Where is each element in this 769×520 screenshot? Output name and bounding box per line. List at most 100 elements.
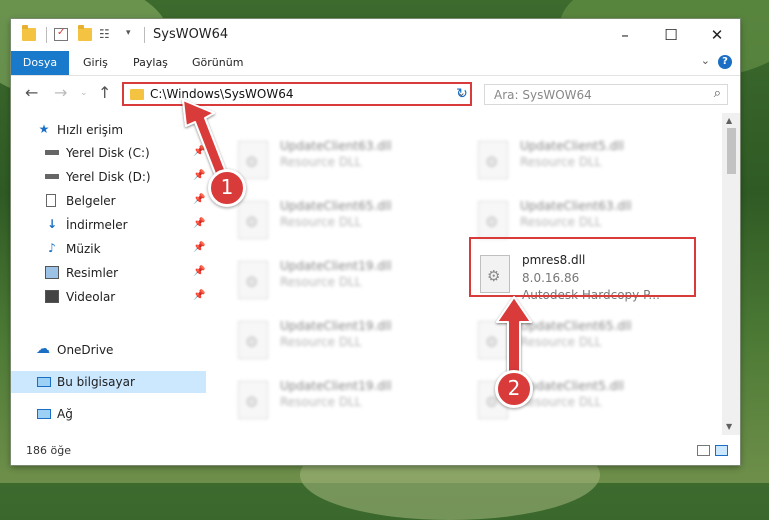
sidebar-item-this-pc[interactable]: Bu bilgisayar: [11, 371, 206, 393]
download-icon: ↓: [46, 217, 58, 231]
sidebar-item-label: OneDrive: [57, 343, 114, 357]
search-placeholder: Ara: SysWOW64: [494, 88, 592, 102]
file-item[interactable]: UpdateClient19.dll Resource DLL: [228, 317, 458, 369]
forward-button[interactable]: →: [54, 83, 67, 102]
target-highlight-box: [469, 237, 696, 297]
sidebar-item-quick-access[interactable]: ★ Hızlı erişim: [11, 119, 206, 141]
divider: [144, 27, 145, 43]
file-description: Resource DLL: [520, 395, 602, 409]
sidebar-item-label: Belgeler: [66, 194, 116, 208]
sidebar-item-disk-d[interactable]: Yerel Disk (D:) 📌: [11, 166, 206, 188]
sidebar-item-music[interactable]: ♪ Müzik 📌: [11, 238, 206, 260]
file-description: Resource DLL: [280, 155, 362, 169]
file-item[interactable]: UpdateClient63.dll Resource DLL: [228, 137, 458, 189]
sidebar-item-label: Müzik: [66, 242, 101, 256]
star-icon: ★: [38, 122, 50, 136]
tab-home[interactable]: Giriş: [83, 51, 108, 75]
pin-icon[interactable]: 📌: [193, 170, 205, 181]
file-name: UpdateClient65.dll: [280, 199, 392, 213]
help-icon[interactable]: ?: [718, 55, 732, 69]
navigation-bar: ← → ⌄ ↑ C:\Windows\SysWOW64 ⌄ ↻ Ara: Sys…: [11, 76, 740, 112]
step-badge-1: 1: [208, 169, 246, 207]
item-count: 186 öğe: [26, 444, 71, 457]
maximize-button[interactable]: ☐: [648, 19, 694, 51]
music-icon: ♪: [48, 241, 56, 255]
sidebar-item-label: Yerel Disk (C:): [66, 146, 150, 160]
sidebar-item-onedrive[interactable]: ☁ OneDrive: [11, 339, 206, 361]
document-icon: [46, 194, 56, 207]
step-badge-2: 2: [495, 370, 533, 408]
minimize-button[interactable]: –: [602, 19, 648, 51]
pin-icon[interactable]: 📌: [193, 146, 205, 157]
file-description: Resource DLL: [280, 395, 362, 409]
file-description: Resource DLL: [280, 275, 362, 289]
ribbon: Dosya Giriş Paylaş Görünüm ⌄ ?: [11, 51, 740, 76]
sidebar-item-label: Yerel Disk (D:): [66, 170, 151, 184]
search-icon: ⌕: [713, 86, 721, 101]
video-icon: [45, 290, 59, 303]
chevron-down-icon[interactable]: ⌄: [701, 54, 710, 67]
sidebar-item-pictures[interactable]: Resimler 📌: [11, 262, 206, 284]
new-folder-icon[interactable]: [78, 25, 92, 41]
file-item[interactable]: UpdateClient5.dll Resource DLL: [468, 137, 698, 189]
sidebar-item-network[interactable]: Ağ: [11, 403, 206, 425]
computer-icon: [37, 377, 51, 387]
file-item[interactable]: UpdateClient65.dll Resource DLL: [468, 317, 698, 369]
address-bar[interactable]: C:\Windows\SysWOW64 ⌄: [122, 82, 472, 106]
status-bar: 186 öğe: [11, 435, 740, 465]
address-path: C:\Windows\SysWOW64: [150, 87, 294, 101]
pin-icon[interactable]: 📌: [193, 218, 205, 229]
file-name: UpdateClient19.dll: [280, 319, 392, 333]
refresh-icon[interactable]: ↻: [452, 84, 472, 104]
file-item[interactable]: UpdateClient19.dll Resource DLL: [228, 257, 458, 309]
pin-icon[interactable]: 📌: [193, 194, 205, 205]
up-button[interactable]: ↑: [98, 83, 111, 102]
sidebar-item-label: İndirmeler: [66, 218, 128, 232]
tab-share[interactable]: Paylaş: [133, 51, 168, 75]
sidebar-item-documents[interactable]: Belgeler 📌: [11, 190, 206, 212]
scroll-up-icon[interactable]: ▲: [726, 116, 732, 125]
file-description: Resource DLL: [280, 215, 362, 229]
sidebar-item-videos[interactable]: Videolar 📌: [11, 286, 206, 308]
window-title: SysWOW64: [153, 27, 229, 42]
dll-file-icon: [238, 381, 268, 419]
vertical-scrollbar[interactable]: ▲ ▼: [722, 113, 740, 435]
dll-file-icon: [238, 321, 268, 359]
folder-icon: [130, 89, 144, 100]
file-name: UpdateClient63.dll: [280, 139, 392, 153]
picture-icon: [45, 266, 59, 279]
file-item[interactable]: UpdateClient19.dll Resource DLL: [228, 377, 458, 429]
sidebar-item-label: Bu bilgisayar: [57, 375, 135, 389]
pin-icon[interactable]: 📌: [193, 266, 205, 277]
recent-locations-button[interactable]: ⌄: [80, 88, 88, 98]
drive-icon: [45, 150, 59, 155]
network-icon: [37, 409, 51, 419]
tiles-view-icon[interactable]: [715, 445, 728, 456]
pin-icon[interactable]: 📌: [193, 242, 205, 253]
tab-view[interactable]: Görünüm: [192, 51, 243, 75]
file-name: UpdateClient5.dll: [520, 139, 624, 153]
properties-icon[interactable]: ✓: [54, 27, 68, 41]
sidebar-item-label: Ağ: [57, 407, 73, 421]
explorer-window: ✓ ☷ ▾ SysWOW64 – ☐ ✕ Dosya Giriş Paylaş …: [11, 19, 740, 465]
customize-toolbar-icon[interactable]: ▾: [126, 28, 140, 41]
scroll-thumb[interactable]: [727, 128, 736, 174]
back-button[interactable]: ←: [25, 83, 38, 102]
cloud-icon: ☁: [36, 341, 50, 357]
file-name: UpdateClient65.dll: [520, 319, 632, 333]
sidebar-item-downloads[interactable]: ↓ İndirmeler 📌: [11, 214, 206, 236]
view-options-icon[interactable]: ☷: [99, 28, 113, 41]
file-item[interactable]: UpdateClient65.dll Resource DLL: [228, 197, 458, 249]
pin-icon[interactable]: 📌: [193, 290, 205, 301]
search-input[interactable]: Ara: SysWOW64 ⌕: [484, 84, 728, 105]
sidebar-item-label: Hızlı erişim: [57, 123, 124, 137]
dll-file-icon: [238, 141, 268, 179]
dll-file-icon: [238, 261, 268, 299]
drive-icon: [45, 174, 59, 179]
file-name: UpdateClient63.dll: [520, 199, 632, 213]
close-button[interactable]: ✕: [694, 19, 740, 51]
tab-file[interactable]: Dosya: [11, 51, 69, 75]
scroll-down-icon[interactable]: ▼: [726, 422, 732, 431]
sidebar-item-disk-c[interactable]: Yerel Disk (C:) 📌: [11, 142, 206, 164]
details-view-icon[interactable]: [697, 445, 710, 456]
